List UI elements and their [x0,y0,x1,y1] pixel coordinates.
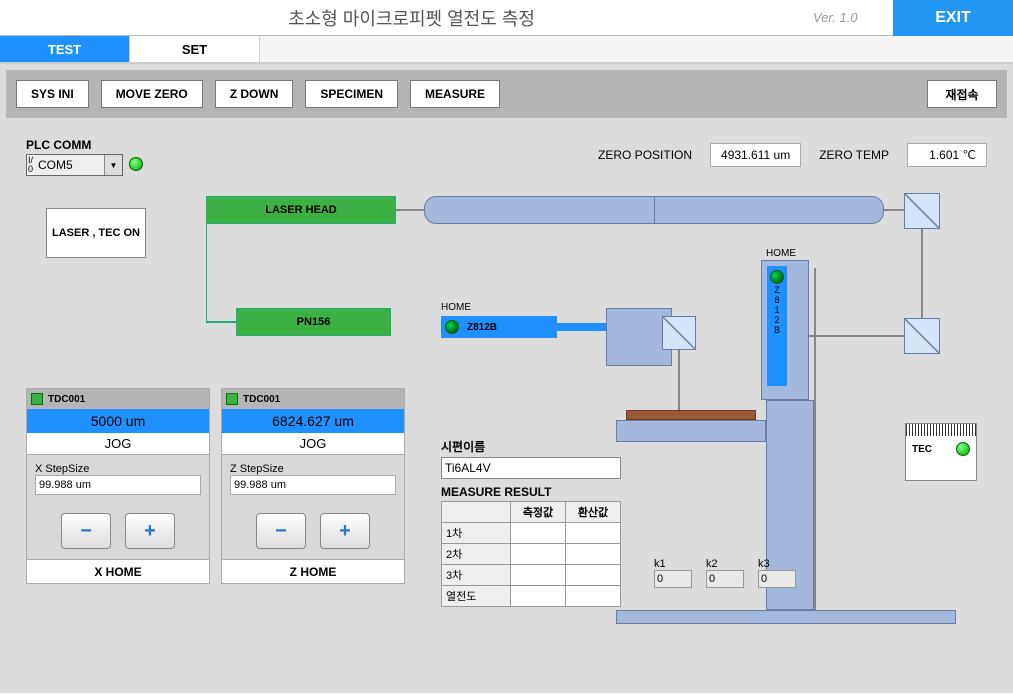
chevron-down-icon[interactable]: ▼ [104,155,122,175]
prism-mid-right [904,318,940,354]
specimen-panel: 시편이름 MEASURE RESULT 측정값환산값 1차 2차 3차 열전도 [441,438,621,607]
k2-label: k2 [706,558,744,570]
tec-box: TEC [905,423,977,481]
z-jog-label: JOG [222,433,404,455]
pn-block: PN156 [236,308,391,336]
app-title: 초소형 마이크로피펫 열전도 측정 [10,5,813,31]
reconnect-button[interactable]: 재접속 [927,80,997,108]
k1-label: k1 [654,558,692,570]
row-3-label: 3차 [442,565,511,586]
specimen-plate [626,410,756,420]
io-icon: I/0 [27,156,34,174]
z-home-label: HOME [766,248,796,259]
exit-button[interactable]: EXIT [893,0,1013,36]
x-z812b-bar: Z812B [441,316,557,338]
measure-result-table: 측정값환산값 1차 2차 3차 열전도 [441,501,621,607]
laser-tec-button[interactable]: LASER , TEC ON [46,208,146,258]
k3-input[interactable] [758,570,796,588]
version-label: Ver. 1.0 [813,10,883,25]
x-jog-label: JOG [27,433,209,455]
k3-label: k3 [758,558,796,570]
k2-input[interactable] [706,570,744,588]
tab-test[interactable]: TEST [0,36,130,62]
z-step-label: Z StepSize [230,463,396,475]
specimen-name-label: 시편이름 [441,438,621,455]
prism-top-right [904,193,940,229]
com-port-combo[interactable]: I/0 ▼ [26,154,123,176]
x-step-input[interactable] [35,475,201,495]
plc-label: PLC COMM [26,138,143,152]
z-position-value: 6824.627 um [222,409,404,433]
app-header: 초소형 마이크로피펫 열전도 측정 Ver. 1.0 EXIT [0,0,1013,36]
x-position-value: 5000 um [27,409,209,433]
command-bar: SYS INI MOVE ZERO Z DOWN SPECIMEN MEASUR… [6,70,1007,118]
measure-result-label: MEASURE RESULT [441,485,621,499]
zero-info: ZERO POSITION 4931.611 um ZERO TEMP 1.60… [598,143,987,167]
x-status-icon [31,393,43,405]
specimen-base [616,420,766,442]
x-step-label: X StepSize [35,463,201,475]
z-minus-button[interactable]: − [256,513,306,549]
beam-tube [424,196,884,224]
prism-left [662,316,696,350]
plc-status-led [129,157,143,171]
measure-button[interactable]: MEASURE [410,80,500,108]
x-ctrl-name: TDC001 [48,394,85,405]
z-z812b-bar: Z812B [767,266,787,386]
tab-bar: TEST SET [0,36,1013,64]
zero-temp-label: ZERO TEMP [819,148,889,162]
k-values: k1 k2 k3 [654,558,796,588]
base-rail [616,610,956,624]
tab-set[interactable]: SET [130,36,260,62]
plc-comm: PLC COMM I/0 ▼ [26,138,143,176]
zero-pos-label: ZERO POSITION [598,148,692,162]
k1-input[interactable] [654,570,692,588]
tec-label: TEC [912,444,932,455]
x-home-button[interactable]: X HOME [27,559,209,583]
x-plus-button[interactable]: + [125,513,175,549]
z-status-icon [226,393,238,405]
specimen-name-input[interactable] [441,457,621,479]
z-down-button[interactable]: Z DOWN [215,80,294,108]
x-controller-panel: TDC001 5000 um JOG X StepSize − + X HOME [26,388,210,584]
z-home-button[interactable]: Z HOME [222,559,404,583]
row-tc-label: 열전도 [442,586,511,607]
row-2-label: 2차 [442,544,511,565]
move-zero-button[interactable]: MOVE ZERO [101,80,203,108]
z-home-led [770,270,784,284]
content-area: PLC COMM I/0 ▼ ZERO POSITION 4931.611 um… [6,118,1007,678]
tec-status-led [956,442,970,456]
col-measured: 측정값 [511,502,566,523]
x-home-label: HOME [441,302,471,313]
z-ctrl-name: TDC001 [243,394,280,405]
z-plus-button[interactable]: + [320,513,370,549]
z-step-input[interactable] [230,475,396,495]
tec-grill-icon [906,424,976,436]
com-port-value[interactable] [34,155,104,175]
x-minus-button[interactable]: − [61,513,111,549]
col-converted: 환산값 [566,502,621,523]
laser-head-block: LASER HEAD [206,196,396,224]
z-controller-panel: TDC001 6824.627 um JOG Z StepSize − + Z … [221,388,405,584]
x-z812b-label: Z812B [467,322,497,333]
zero-temp-value: 1.601 ℃ [907,143,987,167]
x-home-led [445,320,459,334]
sys-ini-button[interactable]: SYS INI [16,80,89,108]
specimen-button[interactable]: SPECIMEN [305,80,398,108]
main-panel: SYS INI MOVE ZERO Z DOWN SPECIMEN MEASUR… [0,64,1013,693]
row-1-label: 1차 [442,523,511,544]
zero-pos-value: 4931.611 um [710,143,801,167]
